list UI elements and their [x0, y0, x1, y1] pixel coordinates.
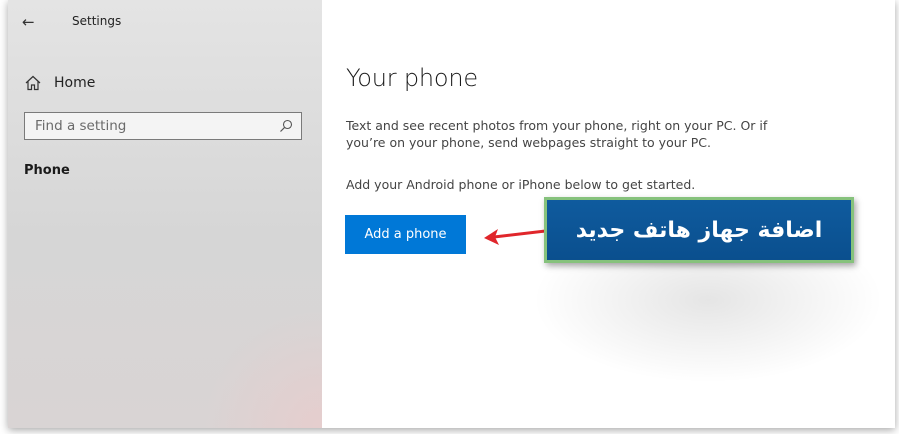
- description-text: Text and see recent photos from your pho…: [346, 118, 768, 150]
- sidebar-item-home[interactable]: Home: [24, 70, 95, 96]
- sidebar: ← Settings Home Phone: [8, 0, 322, 428]
- search-icon[interactable]: [279, 119, 293, 133]
- get-started-text: Add your Android phone or iPhone below t…: [346, 177, 696, 192]
- main-content: Your phone Text and see recent photos fr…: [322, 0, 895, 428]
- page-title: Your phone: [346, 64, 478, 92]
- sidebar-item-phone[interactable]: Phone: [24, 163, 70, 178]
- window-title: Settings: [72, 14, 122, 28]
- home-label: Home: [54, 75, 96, 91]
- arrow-left-icon: ←: [22, 13, 35, 31]
- annotation-callout: اضافة جهاز هاتف جديد: [544, 197, 854, 263]
- home-icon: [25, 75, 41, 91]
- add-phone-button[interactable]: Add a phone: [345, 215, 466, 254]
- search-box[interactable]: [24, 112, 302, 140]
- settings-window: ← Settings Home Phone Your phone Text an…: [8, 0, 895, 428]
- search-input[interactable]: [25, 113, 275, 139]
- back-button[interactable]: ←: [22, 12, 44, 32]
- sidebar-blush: [202, 308, 322, 428]
